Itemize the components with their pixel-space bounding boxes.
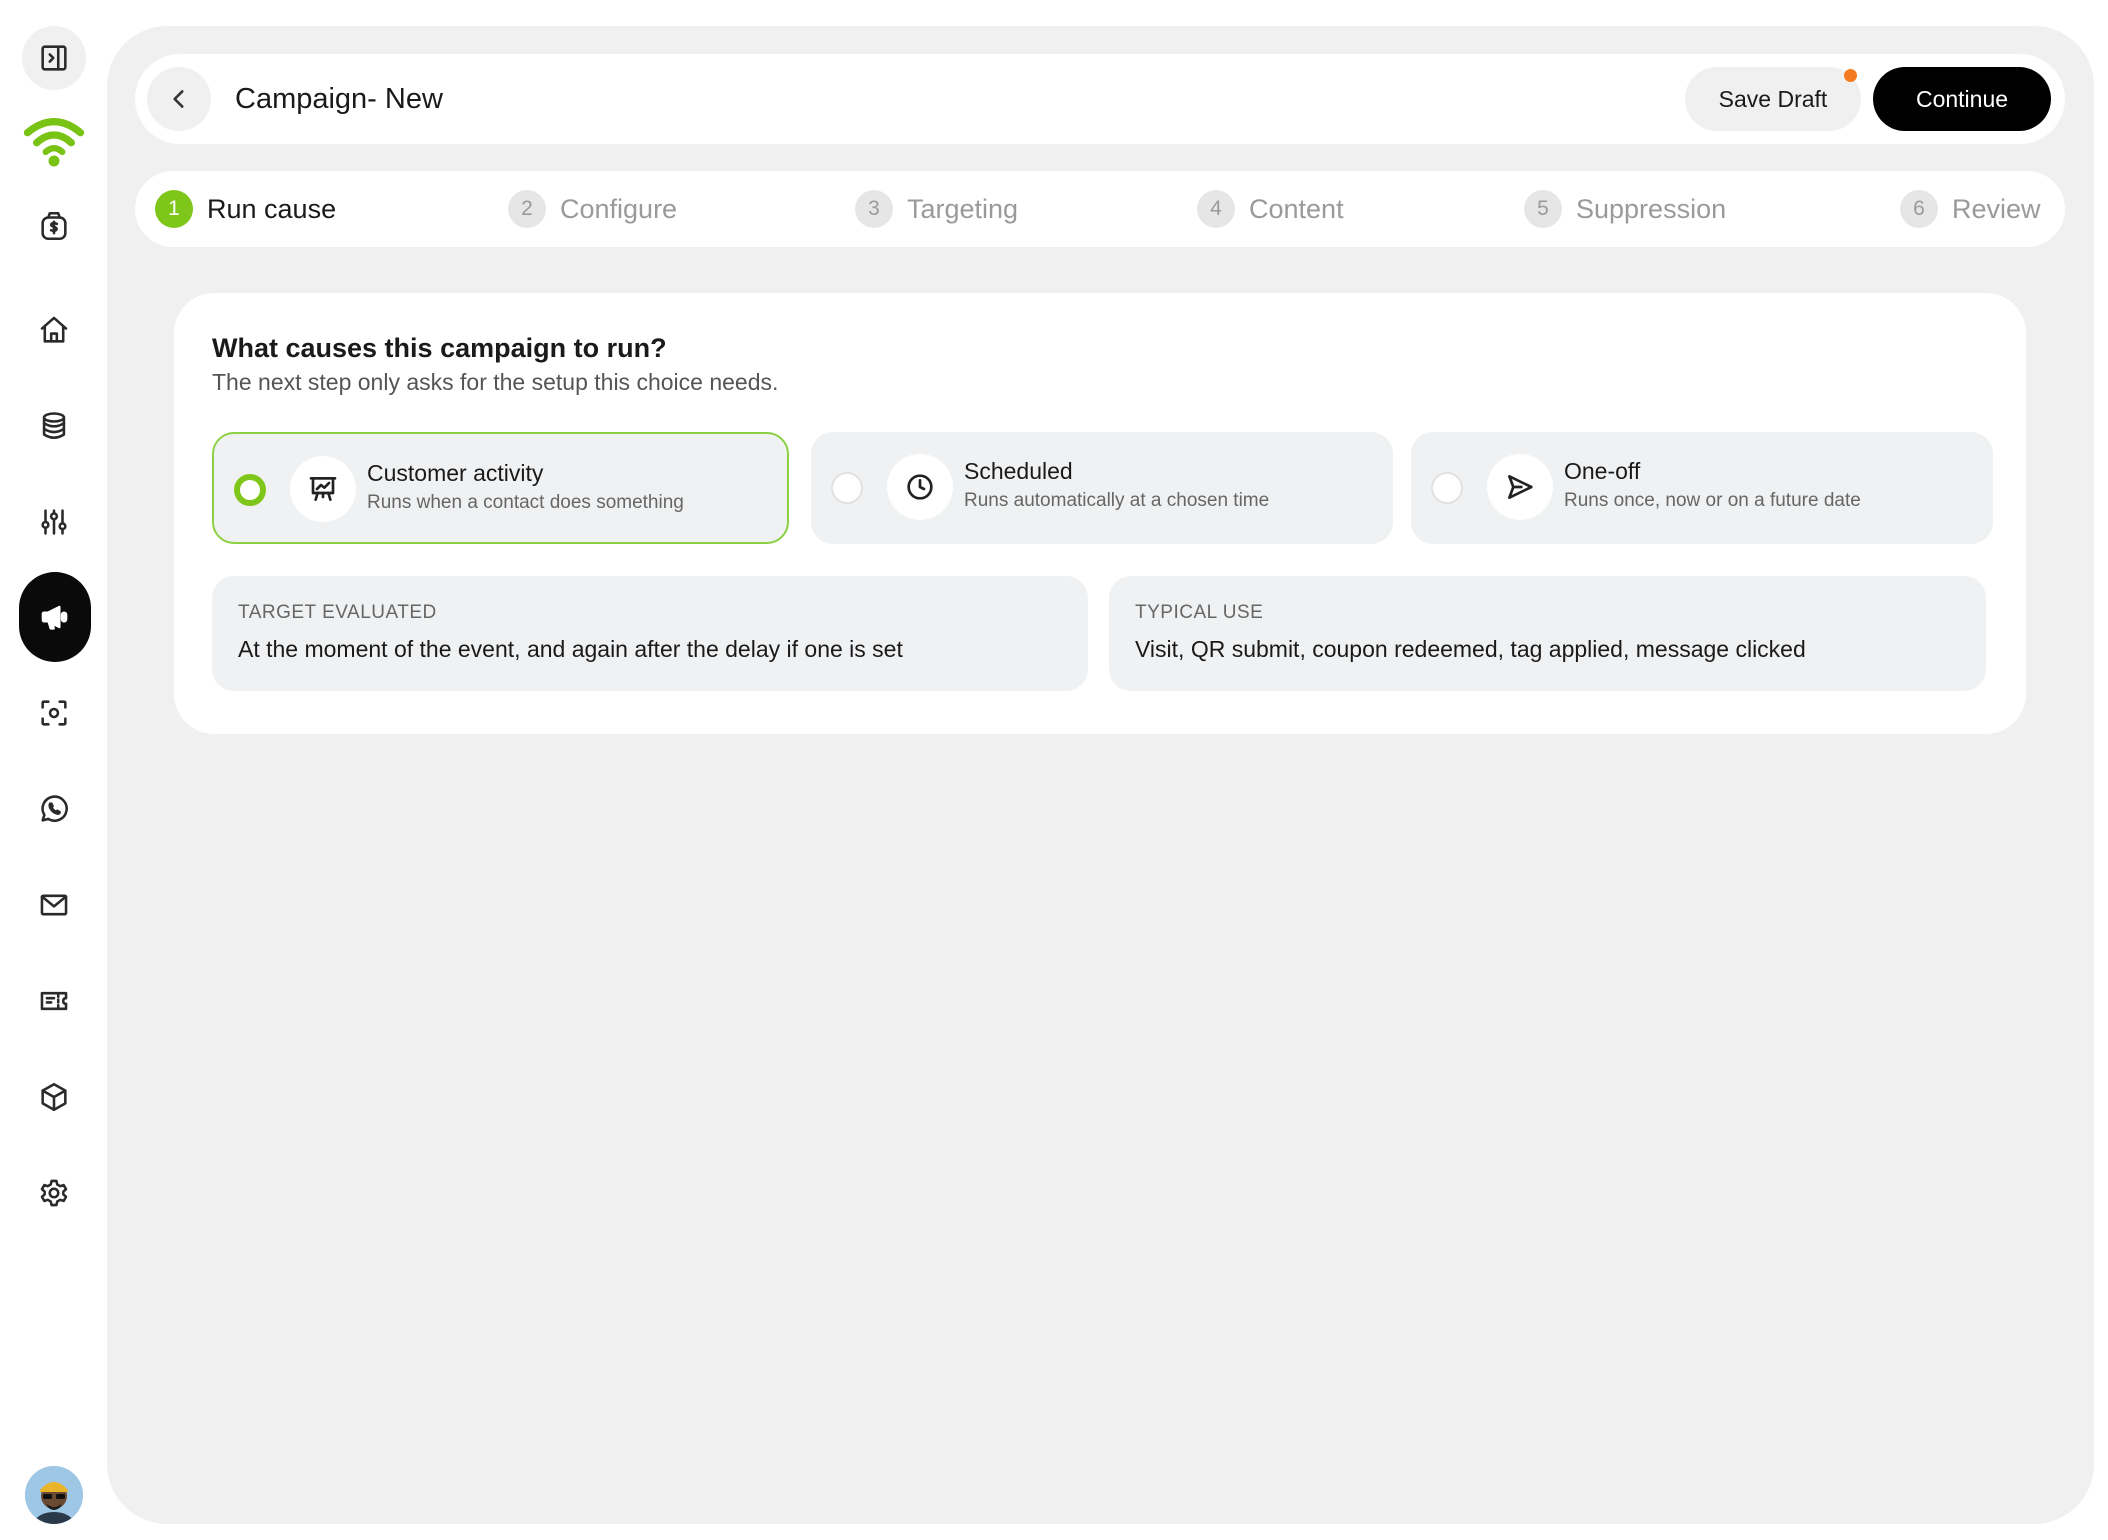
- presentation-chart-icon: [290, 456, 356, 522]
- step-run-cause[interactable]: 1 Run cause: [155, 190, 336, 228]
- megaphone-icon: [41, 605, 68, 630]
- mail-icon: [40, 894, 68, 916]
- sidebar-item-email[interactable]: [22, 873, 86, 937]
- info-label: TARGET EVALUATED: [238, 602, 437, 623]
- step-label: Targeting: [907, 193, 1019, 224]
- panel-toggle-icon: [41, 45, 67, 71]
- sidebar-item-coupons[interactable]: [22, 969, 86, 1033]
- step-label: Run cause: [207, 193, 337, 224]
- sidebar-item-settings[interactable]: [22, 1161, 86, 1225]
- page-title: Campaign- New: [235, 83, 443, 115]
- step-content[interactable]: 4 Content: [1197, 190, 1344, 228]
- header-bar: Campaign- New Save Draft Continue: [135, 54, 2065, 144]
- database-icon: [42, 412, 66, 439]
- clock-icon: [887, 454, 953, 520]
- sidebar-item-filters[interactable]: [22, 490, 86, 554]
- sidebar-item-home[interactable]: [22, 298, 86, 362]
- sidebar-item-whatsapp[interactable]: [22, 777, 86, 841]
- info-value: Visit, QR submit, coupon redeemed, tag a…: [1135, 636, 1806, 662]
- question-title: What causes this campaign to run?: [212, 333, 667, 363]
- main-panel: Campaign- New Save Draft Continue 1 Run …: [107, 26, 2094, 1524]
- option-title: Scheduled: [964, 458, 1073, 484]
- target-evaluated-box: TARGET EVALUATED At the moment of the ev…: [212, 576, 1088, 691]
- user-avatar-icon: [25, 1466, 83, 1524]
- settings-icon: [40, 1179, 68, 1207]
- sidebar-item-campaigns[interactable]: [19, 572, 91, 662]
- question-subtitle: The next step only asks for the setup th…: [212, 369, 779, 395]
- money-bag-icon: [41, 211, 67, 241]
- stepper: 1 Run cause 2 Configure 3 Targeting 4 Co…: [135, 171, 2065, 247]
- sidebar-item-products[interactable]: [22, 1065, 86, 1129]
- sliders-icon: [41, 509, 67, 535]
- radio-button[interactable]: [1431, 472, 1463, 504]
- chevron-left-icon: [173, 90, 184, 108]
- step-number: 4: [1197, 190, 1235, 228]
- wifi-logo-icon: [23, 118, 85, 167]
- option-description: Runs when a contact does something: [367, 492, 684, 513]
- step-number: 5: [1524, 190, 1562, 228]
- continue-button[interactable]: Continue: [1873, 67, 2051, 131]
- back-button[interactable]: [147, 67, 211, 131]
- avatar[interactable]: [25, 1466, 83, 1524]
- whatsapp-icon: [41, 795, 68, 822]
- option-title: One-off: [1564, 458, 1641, 484]
- step-suppression[interactable]: 5 Suppression: [1524, 190, 1726, 228]
- sidebar-item-billing[interactable]: [22, 194, 86, 258]
- option-title: Customer activity: [367, 460, 544, 486]
- step-number: 2: [508, 190, 546, 228]
- scan-icon: [41, 700, 67, 726]
- step-number: 3: [855, 190, 893, 228]
- step-number: 1: [155, 190, 193, 228]
- sidebar-item-database[interactable]: [22, 394, 86, 458]
- step-review[interactable]: 6 Review: [1900, 190, 2041, 228]
- option-one-off[interactable]: One-off Runs once, now or on a future da…: [1411, 432, 1993, 544]
- home-icon: [40, 316, 68, 343]
- unsaved-indicator-dot: [1844, 69, 1857, 82]
- panel-toggle-button[interactable]: [22, 26, 86, 90]
- option-description: Runs once, now or on a future date: [1564, 490, 1861, 511]
- option-scheduled[interactable]: Scheduled Runs automatically at a chosen…: [811, 432, 1393, 544]
- send-icon: [1487, 454, 1553, 520]
- step-label: Configure: [560, 193, 678, 224]
- info-value: At the moment of the event, and again af…: [238, 636, 903, 662]
- step-label: Suppression: [1576, 193, 1727, 224]
- step-label: Content: [1249, 193, 1344, 224]
- step-number: 6: [1900, 190, 1938, 228]
- save-draft-button[interactable]: Save Draft: [1685, 67, 1861, 131]
- sidebar-item-scan[interactable]: [22, 681, 86, 745]
- option-customer-activity[interactable]: Customer activity Runs when a contact do…: [212, 432, 789, 544]
- info-label: TYPICAL USE: [1135, 602, 1264, 623]
- run-cause-card: What causes this campaign to run? The ne…: [174, 293, 2026, 734]
- step-configure[interactable]: 2 Configure: [508, 190, 677, 228]
- wifi-logo[interactable]: [22, 108, 86, 172]
- box-icon: [41, 1082, 67, 1112]
- option-description: Runs automatically at a chosen time: [964, 490, 1270, 511]
- ticket-icon: [40, 991, 68, 1011]
- typical-use-box: TYPICAL USE Visit, QR submit, coupon red…: [1109, 576, 1986, 691]
- step-label: Review: [1952, 193, 2041, 224]
- radio-button[interactable]: [831, 472, 863, 504]
- sidebar: [0, 0, 108, 1540]
- radio-button[interactable]: [234, 474, 266, 506]
- step-targeting[interactable]: 3 Targeting: [855, 190, 1018, 228]
